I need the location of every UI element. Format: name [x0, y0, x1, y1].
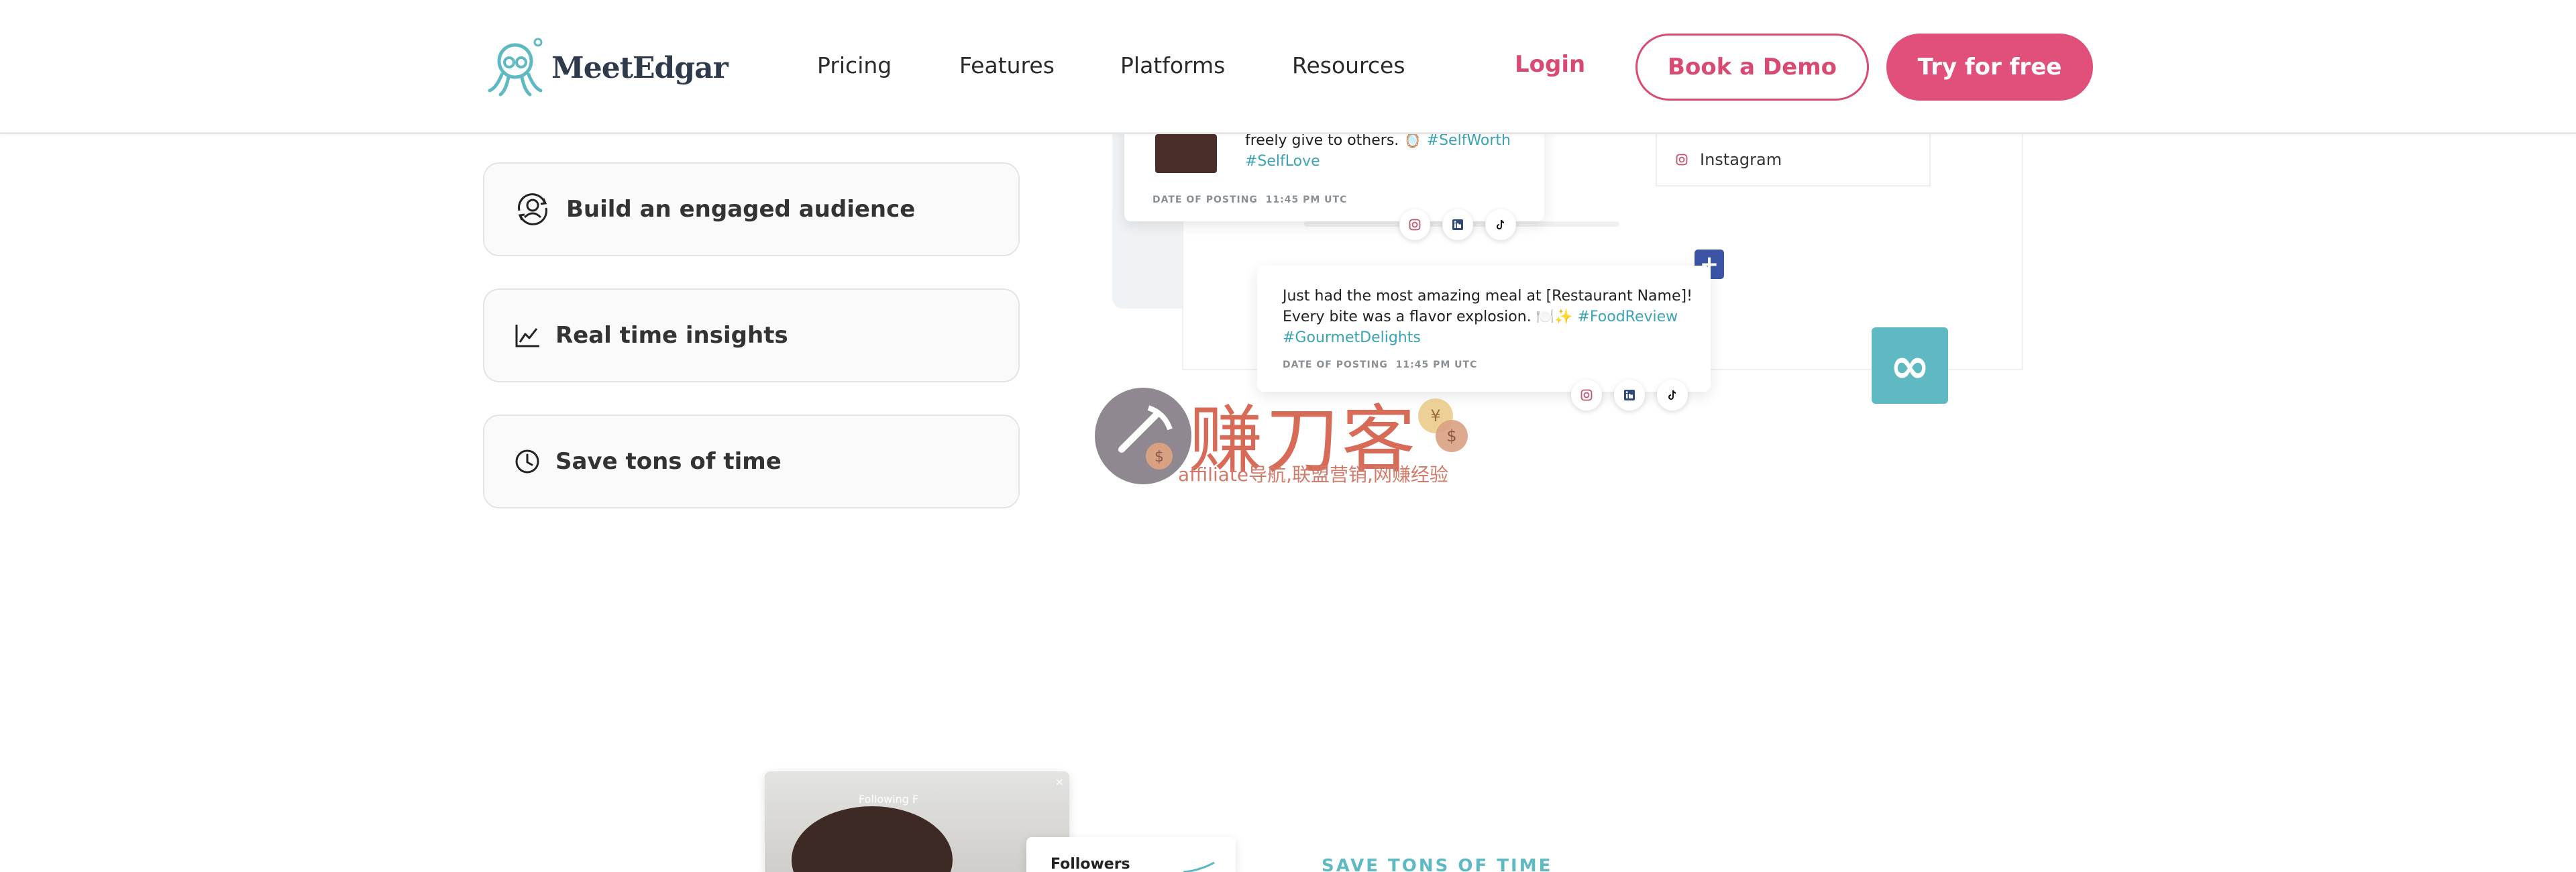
nav-resources[interactable]: Resources [1292, 52, 1405, 78]
post-card[interactable]: Just had the most amazing meal at [Resta… [1257, 266, 1711, 392]
feature-card-audience[interactable]: Build an engaged audience [483, 162, 1020, 256]
logo-text: MeetEdgar [551, 50, 729, 85]
nav-platforms[interactable]: Platforms [1120, 52, 1225, 78]
hashtag[interactable]: #SelfLove [1245, 153, 1320, 170]
feature-label: Build an engaged audience [566, 196, 916, 223]
login-link[interactable]: Login [1515, 51, 1585, 78]
platform-name: Instagram [1700, 150, 1782, 169]
instagram-icon[interactable] [1399, 209, 1430, 240]
try-free-button[interactable]: Try for free [1886, 34, 2093, 101]
watermark-subtitle: affiliate导航,联盟营销,网赚经验 [1178, 464, 1448, 486]
profile-photo [792, 806, 953, 872]
post-date: DATE OF POSTING 11:45 PM UTC [1152, 195, 1348, 205]
post-social-icons [1399, 209, 1516, 240]
tiktok-icon[interactable] [1657, 380, 1688, 411]
post-social-icons [1571, 380, 1688, 411]
nav-pricing[interactable]: Pricing [817, 52, 892, 78]
post-date: DATE OF POSTING 11:45 PM UTC [1283, 360, 1478, 370]
post-card[interactable]: freely give to others. 🪞 #SelfWorth #Sel… [1124, 121, 1544, 221]
svg-text:¥: ¥ [1430, 406, 1440, 425]
clock-icon [515, 449, 539, 474]
svg-text:$: $ [1155, 449, 1164, 466]
feature-card-time[interactable]: Save tons of time [483, 415, 1020, 508]
feature-label: Real time insights [555, 322, 788, 349]
feature-label: Save tons of time [555, 448, 782, 475]
audience-icon [518, 193, 547, 225]
post-text: Just had the most amazing meal at [Resta… [1283, 288, 1693, 346]
post-thumbnail [1155, 134, 1217, 173]
platform-row-instagram[interactable]: Instagram [1656, 134, 1931, 186]
hashtag[interactable]: #FoodReview [1577, 309, 1678, 325]
feature-card-insights[interactable]: Real time insights [483, 288, 1020, 382]
svg-text:$: $ [1446, 427, 1456, 445]
site-header: MeetEdgar Pricing Features Platforms Res… [0, 0, 2576, 134]
logo[interactable]: MeetEdgar [482, 36, 729, 99]
watermark-logo-icon: $ [1095, 388, 1191, 484]
book-demo-button[interactable]: Book a Demo [1635, 34, 1869, 101]
post-text: freely give to others. 🪞 #SelfWorth #Sel… [1245, 132, 1511, 170]
infinity-icon: ∞ [1872, 327, 1948, 404]
nav-features[interactable]: Features [959, 52, 1055, 78]
chart-line-icon [515, 325, 539, 347]
followers-label: Followers [1051, 856, 1130, 872]
octopus-logo-icon [488, 38, 543, 97]
photo-tabs[interactable]: Following F [859, 793, 918, 806]
watermark-coins-icon: ¥ $ [1418, 398, 1468, 452]
hashtag[interactable]: #SelfWorth [1427, 132, 1511, 149]
section-label: SAVE TONS OF TIME [1322, 856, 1553, 872]
close-icon[interactable]: × [1055, 775, 1064, 788]
instagram-icon [1676, 154, 1688, 166]
trend-icon [1183, 861, 1215, 872]
linkedin-icon[interactable] [1614, 380, 1645, 411]
linkedin-icon[interactable] [1442, 209, 1473, 240]
profile-photo-card: Following F × [765, 771, 1069, 872]
instagram-icon[interactable] [1571, 380, 1602, 411]
hashtag[interactable]: #GourmetDelights [1283, 329, 1421, 346]
tiktok-icon[interactable] [1485, 209, 1516, 240]
followers-card: Followers [1026, 837, 1236, 872]
